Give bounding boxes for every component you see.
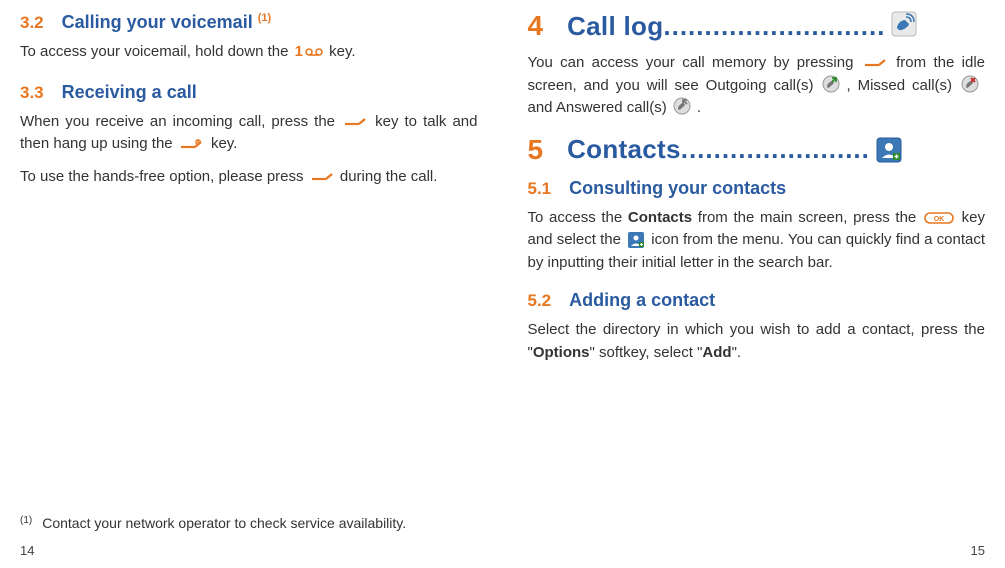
bold-add: Add — [702, 344, 731, 361]
section-3-2-heading: 3.2 Calling your voicemail (1) — [20, 12, 478, 33]
section-title: Receiving a call — [62, 82, 197, 103]
bold-contacts: Contacts — [628, 209, 692, 226]
chapter-5-heading: 5 Contacts ....................... — [528, 134, 986, 166]
footnote: (1) Contact your network operator to che… — [20, 513, 478, 533]
footnote-ref: (1) — [258, 12, 271, 24]
outgoing-call-icon — [822, 75, 844, 97]
send-key-icon — [863, 52, 887, 75]
contacts-icon — [876, 137, 902, 163]
section-title: Calling your voicemail (1) — [62, 12, 272, 33]
call-log-icon — [891, 11, 917, 42]
footnote-text: Contact your network operator to check s… — [42, 513, 406, 533]
bold-options: Options — [533, 344, 590, 361]
chapter-title: Call log — [567, 11, 663, 42]
page-number: 14 — [20, 543, 478, 558]
chapter-4-heading: 4 Call log ........................... — [528, 10, 986, 42]
section-number: 5.2 — [528, 291, 552, 311]
section-3-3-heading: 3.3 Receiving a call — [20, 82, 478, 103]
chapter-number: 4 — [528, 10, 544, 42]
send-key-icon — [310, 166, 334, 189]
send-key-icon — [343, 111, 367, 134]
paragraph-3-3-1: When you receive an incoming call, press… — [20, 111, 478, 156]
section-title: Consulting your contacts — [569, 178, 786, 199]
dot-leader: ........................... — [663, 11, 885, 42]
chapter-number: 5 — [528, 134, 544, 166]
end-key-icon — [179, 133, 205, 156]
ok-key-icon: OK — [924, 207, 954, 230]
section-number: 3.2 — [20, 13, 44, 33]
voicemail-key-icon: 1 — [295, 41, 323, 64]
section-title: Adding a contact — [569, 290, 715, 311]
dot-leader: ....................... — [681, 134, 870, 165]
page-right: 4 Call log ........................... Y… — [503, 0, 1005, 568]
missed-call-icon — [961, 75, 983, 97]
contacts-menu-icon — [627, 231, 645, 249]
section-number: 5.1 — [528, 179, 552, 199]
paragraph-5-2: Select the directory in which you wish t… — [528, 319, 986, 364]
footnote-marker: (1) — [20, 515, 32, 526]
paragraph-5-1: To access the Contacts from the main scr… — [528, 207, 986, 275]
page-number: 15 — [528, 543, 986, 558]
section-5-2-heading: 5.2 Adding a contact — [528, 290, 986, 311]
section-5-1-heading: 5.1 Consulting your contacts — [528, 178, 986, 199]
paragraph-3-3-2: To use the hands-free option, please pre… — [20, 166, 478, 189]
svg-text:OK: OK — [934, 216, 945, 223]
paragraph-4: You can access your call memory by press… — [528, 52, 986, 120]
paragraph-3-2: To access your voicemail, hold down the … — [20, 41, 478, 64]
chapter-title: Contacts — [567, 134, 681, 165]
answered-call-icon — [673, 97, 695, 119]
section-number: 3.3 — [20, 83, 44, 103]
page-left: 3.2 Calling your voicemail (1) To access… — [0, 0, 503, 568]
